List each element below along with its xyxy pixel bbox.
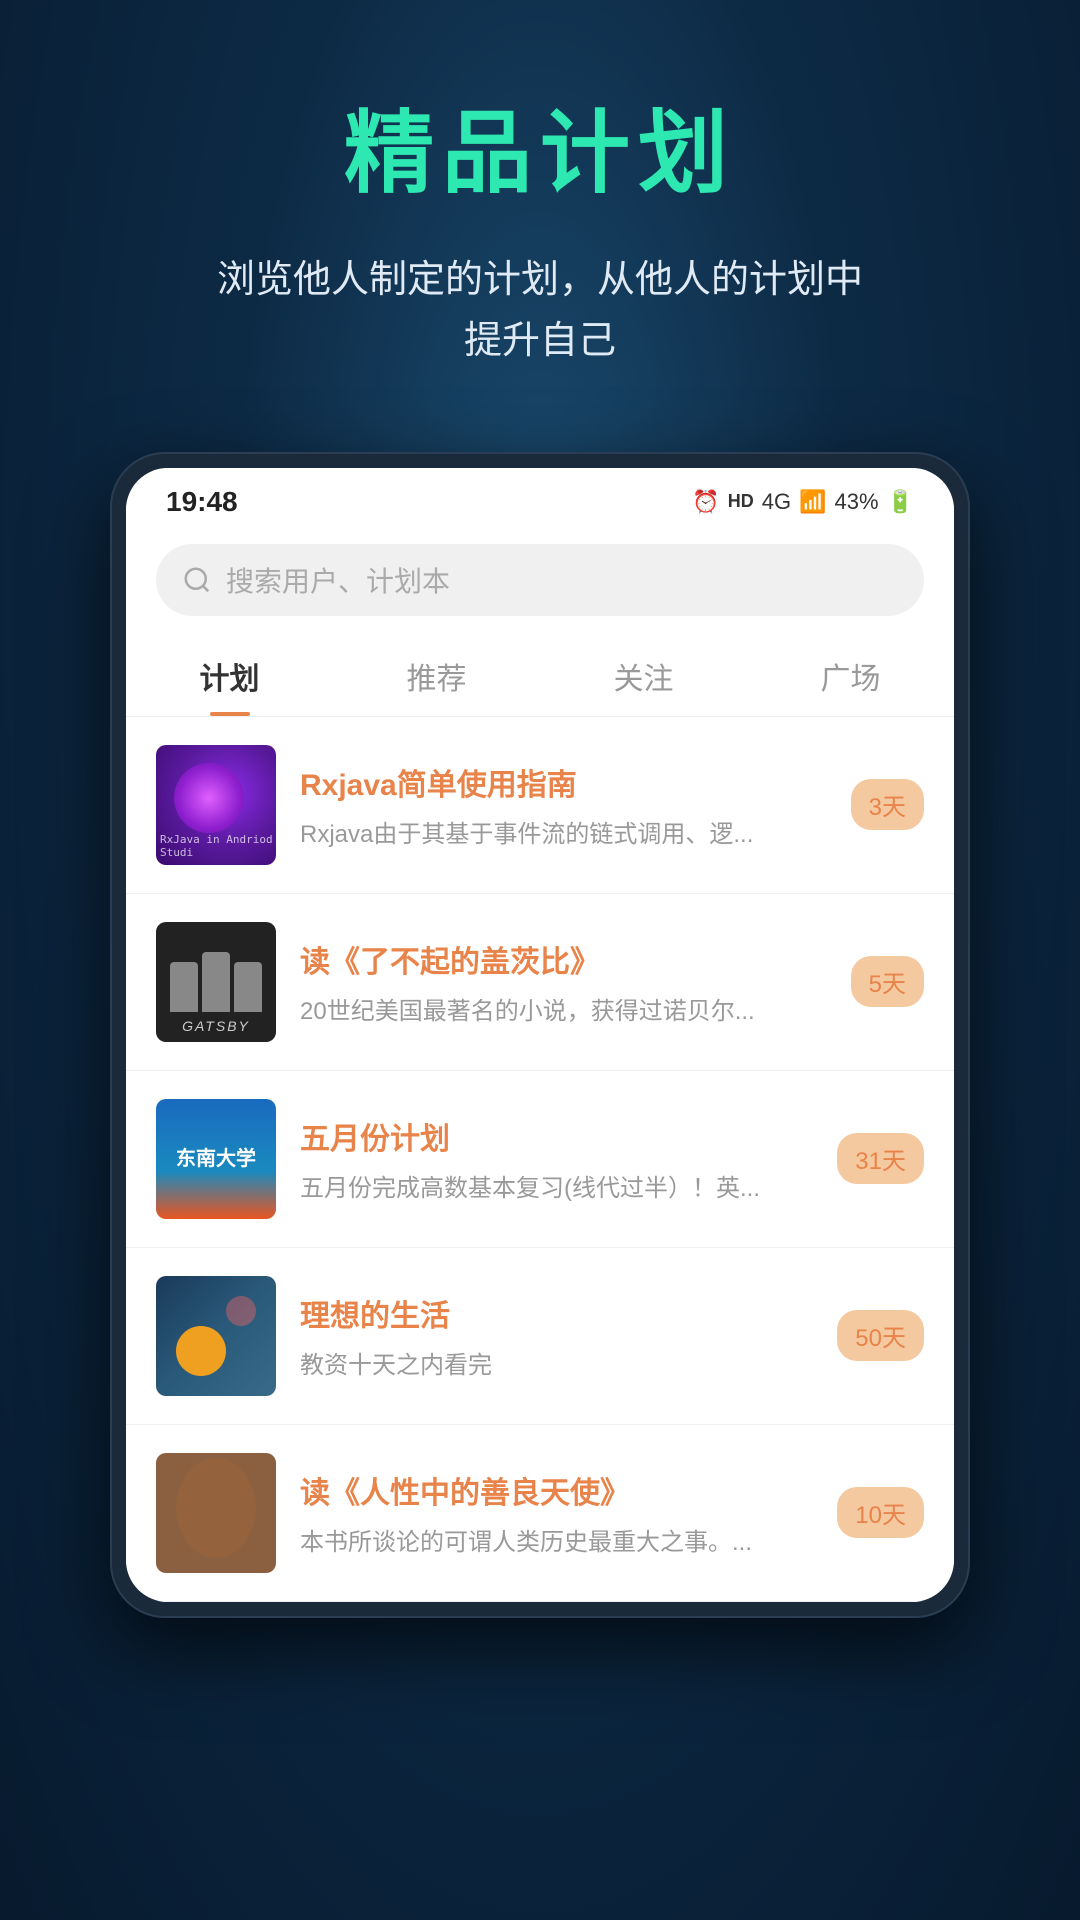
network-icon: 4G: [762, 489, 791, 515]
signal-icon: 📶: [799, 489, 826, 515]
search-bar-container: 搜索用户、计划本: [126, 528, 954, 632]
tab-square[interactable]: 广场: [747, 632, 954, 716]
list-item[interactable]: 理想的生活 教资十天之内看完 50天: [126, 1248, 954, 1425]
list-item[interactable]: GATSBY 读《了不起的盖茨比》 20世纪美国最著名的小说，获得过诺贝尔...…: [126, 894, 954, 1071]
item-badge: 31天: [837, 1133, 924, 1184]
status-bar: 19:48 ⏰ HD 4G 📶 43% 🔋: [126, 468, 954, 528]
list-item[interactable]: 东南大学 五月份计划 五月份完成高数基本复习(线代过半）！英... 31天: [126, 1071, 954, 1248]
item-desc: 本书所谈论的可谓人类历史最重大之事。...: [300, 1522, 813, 1557]
item-title: 理想的生活: [300, 1291, 813, 1335]
item-desc: 五月份完成高数基本复习(线代过半）！英...: [300, 1168, 813, 1203]
item-badge: 10天: [837, 1487, 924, 1538]
item-thumbnail-rxjava: RxJava in Andriod Studi: [156, 745, 276, 865]
item-title: 读《了不起的盖茨比》: [300, 937, 827, 981]
item-thumbnail-angel: [156, 1453, 276, 1573]
page-subtitle: 浏览他人制定的计划，从他人的计划中 提升自己: [60, 250, 1020, 372]
item-content: 读《了不起的盖茨比》 20世纪美国最著名的小说，获得过诺贝尔...: [300, 937, 827, 1026]
tab-plan[interactable]: 计划: [126, 632, 333, 716]
item-desc: 20世纪美国最著名的小说，获得过诺贝尔...: [300, 991, 827, 1026]
item-badge: 3天: [851, 779, 924, 830]
search-placeholder: 搜索用户、计划本: [226, 560, 450, 600]
phone-frame: 19:48 ⏰ HD 4G 📶 43% 🔋 搜索用户、计划本: [110, 452, 970, 1618]
search-bar[interactable]: 搜索用户、计划本: [156, 544, 924, 616]
status-time: 19:48: [166, 486, 238, 518]
item-desc: 教资十天之内看完: [300, 1345, 813, 1380]
status-icons: ⏰ HD 4G 📶 43% 🔋: [692, 489, 914, 515]
item-content: 五月份计划 五月份完成高数基本复习(线代过半）！英...: [300, 1114, 813, 1203]
phone-screen: 19:48 ⏰ HD 4G 📶 43% 🔋 搜索用户、计划本: [126, 468, 954, 1602]
item-badge: 50天: [837, 1310, 924, 1361]
item-title: 读《人性中的善良天使》: [300, 1468, 813, 1512]
search-icon: [182, 565, 212, 595]
tab-follow[interactable]: 关注: [540, 632, 747, 716]
page-title: 精品计划: [60, 80, 1020, 210]
alarm-icon: ⏰: [692, 489, 719, 515]
header-section: 精品计划 浏览他人制定的计划，从他人的计划中 提升自己: [0, 0, 1080, 412]
item-title: Rxjava简单使用指南: [300, 760, 827, 804]
item-content: 读《人性中的善良天使》 本书所谈论的可谓人类历史最重大之事。...: [300, 1468, 813, 1557]
list-container: RxJava in Andriod Studi Rxjava简单使用指南 Rxj…: [126, 717, 954, 1602]
item-content: Rxjava简单使用指南 Rxjava由于其基于事件流的链式调用、逻...: [300, 760, 827, 849]
list-item[interactable]: 读《人性中的善良天使》 本书所谈论的可谓人类历史最重大之事。... 10天: [126, 1425, 954, 1602]
battery-text: 43%: [835, 489, 879, 515]
item-content: 理想的生活 教资十天之内看完: [300, 1291, 813, 1380]
item-thumbnail-dongnan: 东南大学: [156, 1099, 276, 1219]
tab-recommend[interactable]: 推荐: [333, 632, 540, 716]
list-item[interactable]: RxJava in Andriod Studi Rxjava简单使用指南 Rxj…: [126, 717, 954, 894]
tabs-container: 计划 推荐 关注 广场: [126, 632, 954, 717]
item-badge: 5天: [851, 956, 924, 1007]
item-desc: Rxjava由于其基于事件流的链式调用、逻...: [300, 814, 827, 849]
item-title: 五月份计划: [300, 1114, 813, 1158]
item-thumbnail-gatsby: GATSBY: [156, 922, 276, 1042]
battery-icon: 🔋: [887, 489, 914, 515]
item-thumbnail-ideal: [156, 1276, 276, 1396]
hd-icon: HD: [728, 491, 754, 512]
